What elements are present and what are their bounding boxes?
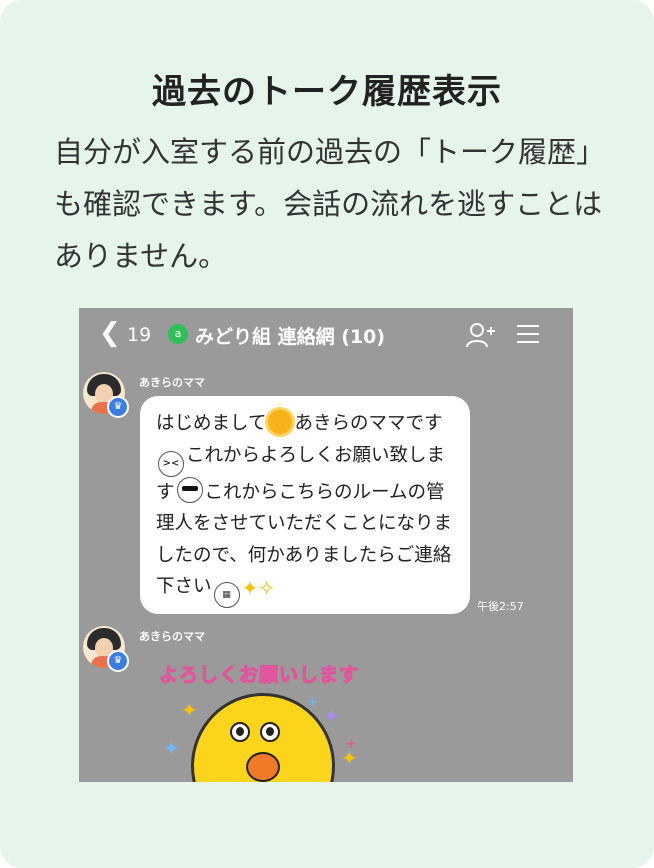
page-description: 自分が入室する前の過去の「トーク履歴」も確認できます。会話の流れを逃すことはあり…: [54, 135, 606, 273]
sparkle-icon: ✦: [181, 698, 198, 722]
page-title: 過去のトーク履歴表示: [152, 72, 502, 112]
chat-screenshot: ❮ 19 a みどり組 連絡網 (10) ♛ あきらのママ はじめまして あきらの…: [79, 308, 573, 782]
sparkle-icon: +: [307, 694, 319, 710]
group-name[interactable]: みどり組 連絡網 (10): [195, 322, 385, 349]
sender-name: あきらのママ: [139, 630, 205, 643]
feature-card: 過去のトーク履歴表示 自分が入室する前の過去の「トーク履歴」も確認できます。会話…: [0, 0, 654, 868]
group-icon: a: [168, 324, 188, 344]
laugh-emoji: ><: [158, 450, 184, 477]
add-user-icon[interactable]: [465, 322, 495, 348]
sun-emoji: [268, 410, 293, 434]
sticker-text: よろしくお願いします: [158, 663, 360, 686]
sparkle-icon: +: [345, 736, 357, 752]
sparkle-icon: ✦: [323, 704, 340, 728]
sunglasses-emoji: [176, 476, 203, 503]
message-text: はじめまして あきらのママです>< これからよろしくお願い致します これからこちらのル…: [156, 408, 461, 608]
sender-name: あきらのママ: [139, 376, 205, 389]
grin-emoji: ▦: [213, 582, 240, 608]
menu-icon[interactable]: [516, 324, 540, 344]
sparkle-icon: ✦: [163, 736, 180, 760]
sparkle-emoji: ✦✧: [241, 576, 276, 600]
crown-icon: ♛: [107, 396, 129, 418]
message-time: 午後2:57: [477, 600, 524, 613]
message-bubble[interactable]: はじめまして あきらのママです>< これからよろしくお願い致します これからこちらのル…: [140, 396, 470, 614]
chat-header: ❮ 19 a みどり組 連絡網 (10): [79, 308, 573, 360]
chevron-left-icon[interactable]: ❮: [99, 320, 121, 346]
crown-icon: ♛: [107, 650, 129, 672]
unread-count[interactable]: 19: [127, 324, 151, 346]
